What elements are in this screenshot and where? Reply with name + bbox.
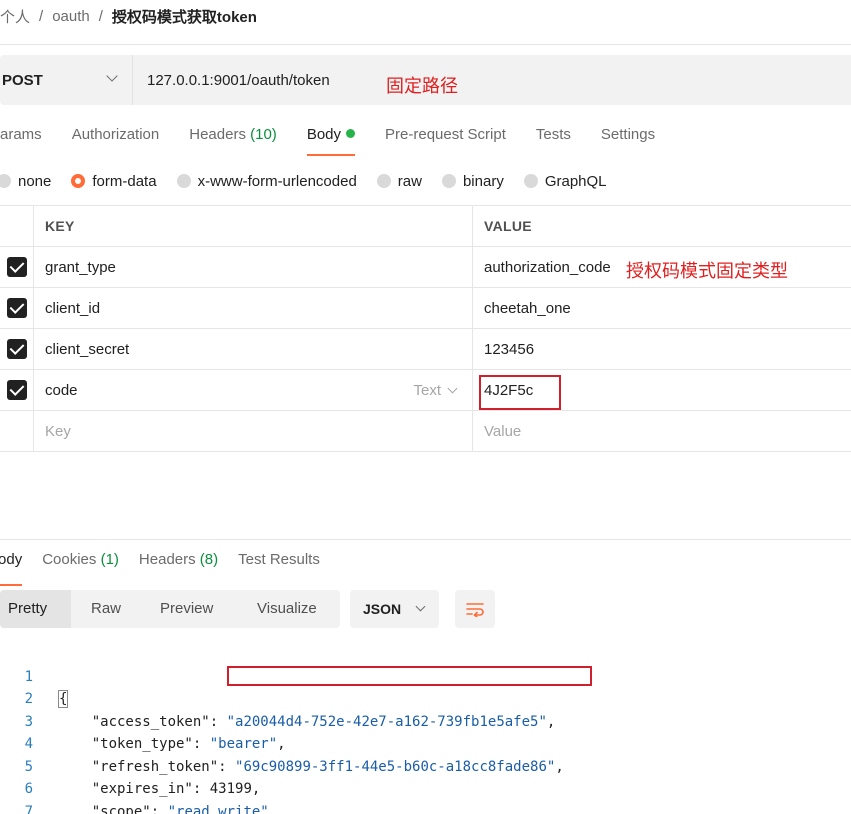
tab-settings[interactable]: Settings <box>601 122 655 156</box>
json-value: 43199 <box>209 781 252 797</box>
table-row: client_secret 123456 <box>0 329 851 370</box>
json-key: "expires_in" <box>91 781 193 797</box>
radio-icon <box>0 174 11 188</box>
row-checkbox[interactable] <box>6 257 27 277</box>
json-key: "refresh_token" <box>91 758 219 775</box>
format-select[interactable]: JSON <box>350 590 439 628</box>
form-data-table: KEY VALUE grant_type authorization_code … <box>0 205 851 452</box>
param-key-field[interactable]: client_secret <box>34 329 473 369</box>
json-brace: { <box>58 690 69 708</box>
radio-none[interactable]: none <box>0 173 51 190</box>
headers-count: (10) <box>250 126 277 143</box>
column-header-key: KEY <box>34 206 473 246</box>
radio-graphql[interactable]: GraphQL <box>523 173 607 190</box>
tab-tests[interactable]: Tests <box>536 122 571 156</box>
response-code-viewer: 1 { 2 "access_token": "a20044d4-752e-42e… <box>0 643 564 814</box>
tab-authorization[interactable]: Authorization <box>72 122 160 156</box>
json-key: "token_type" <box>91 736 193 752</box>
table-row-empty: Key Value <box>0 411 851 452</box>
request-tabs: Params Authorization Headers (10) Body P… <box>0 122 685 156</box>
radio-checked-icon <box>71 174 86 188</box>
param-value-field[interactable]: 123456 <box>473 329 851 369</box>
annotation-grant-type: 授权码模式固定类型 <box>626 261 788 282</box>
code-highlight-box <box>479 375 561 410</box>
param-key-field[interactable]: client_id <box>34 288 473 328</box>
param-type-select[interactable]: Text <box>413 382 458 399</box>
breadcrumb-separator: / <box>98 7 103 25</box>
radio-icon <box>176 174 191 188</box>
row-checkbox[interactable] <box>6 298 27 318</box>
breadcrumb: 个人 / oauth / 授权码模式获取token <box>0 5 257 27</box>
json-value: "69c90899-3ff1-44e5-b60c-a18cc8fade86" <box>235 758 556 775</box>
radio-form-data[interactable]: form-data <box>71 173 157 190</box>
radio-raw[interactable]: raw <box>376 173 422 190</box>
body-type-radio-group: none form-data x-www-form-urlencoded raw… <box>0 170 627 192</box>
chevron-down-icon <box>415 601 426 612</box>
wrap-lines-button[interactable] <box>455 590 495 628</box>
view-visualize-button[interactable]: Visualize <box>237 590 340 628</box>
status-dot-icon <box>346 129 356 138</box>
chevron-down-icon <box>106 70 118 82</box>
tab-test-results[interactable]: Test Results <box>238 550 320 586</box>
tab-response-body[interactable]: Body <box>0 550 23 586</box>
method-label: POST <box>2 71 43 89</box>
json-value: "read write" <box>167 803 269 814</box>
tab-response-cookies[interactable]: Cookies (1) <box>42 550 119 586</box>
tab-response-headers[interactable]: Headers (8) <box>139 550 218 586</box>
json-key: "access_token" <box>91 713 210 730</box>
code-line: 6 "scope": "read write" <box>0 756 269 814</box>
tab-body[interactable]: Body <box>306 122 356 156</box>
response-tabs: Body Cookies (1) Headers (8) Test Result… <box>0 550 340 586</box>
view-preview-button[interactable]: Preview <box>141 590 237 628</box>
json-key: "scope" <box>91 803 151 814</box>
param-value-field[interactable]: cheetah_one <box>473 288 851 328</box>
access-token-highlight-box <box>227 666 592 686</box>
code-line: 3 "token_type": "bearer", <box>0 688 286 753</box>
annotation-fixed-path: 固定路径 <box>386 76 458 97</box>
table-header-row: KEY VALUE <box>0 205 851 247</box>
radio-icon <box>441 174 456 188</box>
view-raw-button[interactable]: Raw <box>71 590 141 628</box>
code-line: 7 } <box>0 778 34 814</box>
divider <box>0 539 851 540</box>
chevron-down-icon <box>447 383 458 394</box>
param-key-field[interactable]: grant_type <box>34 247 473 287</box>
json-value: "bearer" <box>209 736 278 752</box>
json-value: "a20044d4-752e-42e7-a162-739fb1e5afe5" <box>226 713 547 730</box>
radio-icon <box>523 174 538 188</box>
breadcrumb-item-personal[interactable]: 个人 <box>0 6 30 27</box>
url-text: 127.0.0.1:9001/oauth/token <box>147 71 330 89</box>
radio-icon <box>376 174 391 188</box>
view-mode-group: Pretty Raw Preview Visualize <box>0 590 340 628</box>
table-row: client_id cheetah_one <box>0 288 851 329</box>
code-line: 5 "expires_in": 43199, <box>0 733 261 798</box>
row-checkbox[interactable] <box>6 339 27 359</box>
breadcrumb-separator: / <box>39 7 44 25</box>
url-input[interactable]: 127.0.0.1:9001/oauth/token <box>133 55 851 105</box>
column-header-value: VALUE <box>484 218 532 234</box>
radio-binary[interactable]: binary <box>441 173 504 190</box>
row-checkbox[interactable] <box>6 380 27 400</box>
breadcrumb-item-oauth[interactable]: oauth <box>52 8 90 25</box>
new-key-input[interactable]: Key <box>34 411 473 451</box>
table-row: code Text 4J2F5c <box>0 370 851 411</box>
code-line: 4 "refresh_token": "69c90899-3ff1-44e5-b… <box>0 711 564 775</box>
line-number: 7 <box>24 803 33 814</box>
code-line: 2 "access_token": "a20044d4-752e-42e7-a1… <box>0 666 556 730</box>
tab-params[interactable]: Params <box>0 122 42 156</box>
divider <box>0 44 851 45</box>
param-key-field[interactable]: code Text <box>34 370 473 410</box>
breadcrumb-current-request[interactable]: 授权码模式获取token <box>112 6 257 27</box>
wrap-lines-icon <box>466 603 484 617</box>
method-select[interactable]: POST <box>0 55 133 105</box>
view-pretty-button[interactable]: Pretty <box>0 590 71 628</box>
radio-x-www-form-urlencoded[interactable]: x-www-form-urlencoded <box>176 173 357 190</box>
code-line: 1 { <box>0 643 69 708</box>
tab-headers[interactable]: Headers (10) <box>189 122 277 156</box>
tab-pre-request-script[interactable]: Pre-request Script <box>385 122 506 156</box>
new-value-input[interactable]: Value <box>473 411 851 451</box>
